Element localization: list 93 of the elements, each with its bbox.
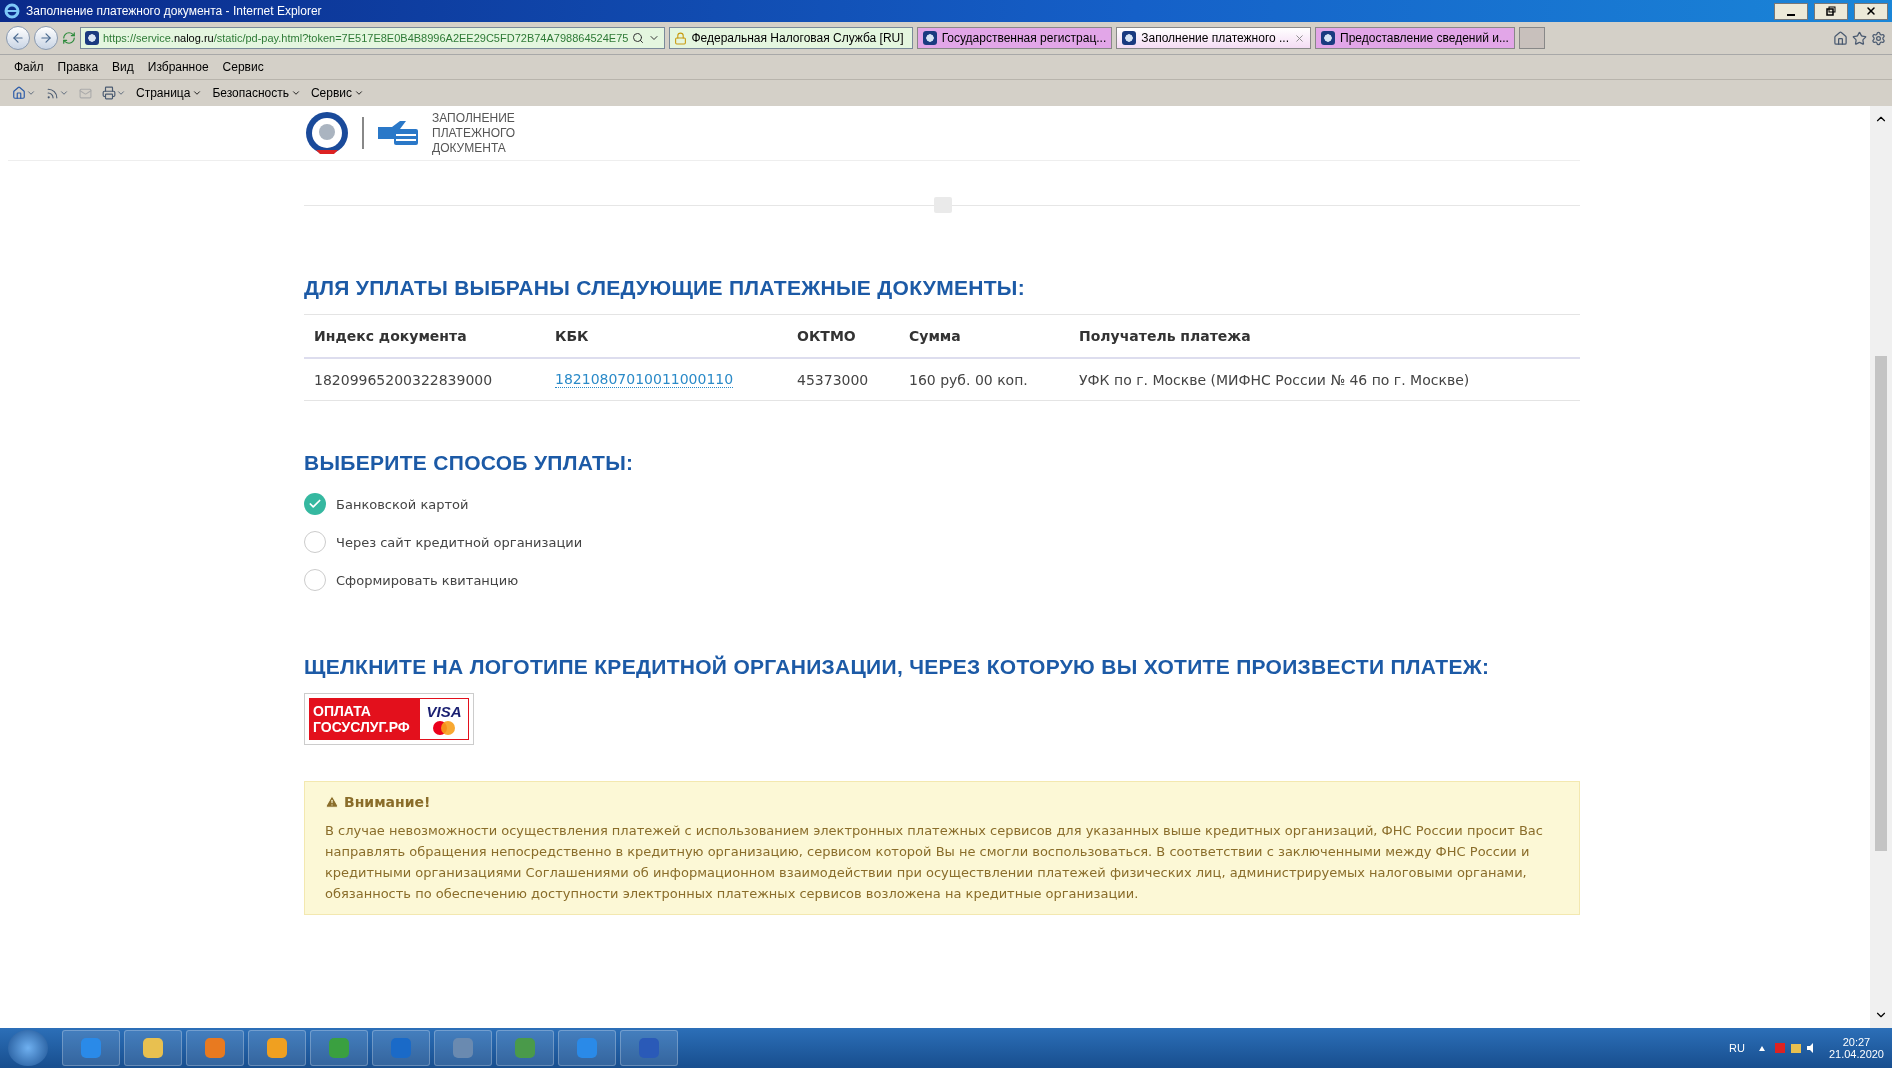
page-title: ЗАПОЛНЕНИЕ ПЛАТЕЖНОГО ДОКУМЕНТА bbox=[432, 110, 516, 156]
caret-icon bbox=[26, 88, 36, 98]
clock-date[interactable]: 21.04.2020 bbox=[1828, 1048, 1884, 1060]
start-button[interactable] bbox=[8, 1030, 48, 1066]
home-icon[interactable] bbox=[1833, 30, 1848, 46]
feeds-button[interactable] bbox=[46, 86, 69, 100]
restore-button[interactable] bbox=[1814, 2, 1848, 20]
back-arrow-icon bbox=[11, 31, 25, 45]
check-icon bbox=[308, 497, 322, 511]
taskbar-app-icon[interactable] bbox=[372, 1030, 430, 1066]
notice-text: В случае невозможности осуществления платежей с использованием электронных платежных сервисов для указанных выше кредитных организаций, ФНС России просит Вас направлять обращения непосредственно в кредитную организацию, сервисом которой Вы не смогли воспользоваться. В соответствии с заключенными между ФНС России и кредитными организациями Соглашениями об информационном взаимодействии при осуществлении платежей физических лиц, администрируемых налоговыми органами, обязанность по обеспечению доступности электронных платежных сервисов возложена на кредитные организации. bbox=[325, 822, 1544, 903]
refresh-button[interactable] bbox=[62, 31, 76, 45]
restore-icon bbox=[1826, 6, 1836, 16]
notice-title: Внимание! bbox=[344, 794, 431, 810]
taskbar-app-icon[interactable] bbox=[124, 1030, 182, 1066]
option-label: Банковской картой bbox=[336, 496, 469, 512]
command-menu[interactable]: Безопасность bbox=[212, 86, 301, 100]
scrollbar[interactable] bbox=[1870, 106, 1892, 1028]
option-label: Сформировать квитанцию bbox=[336, 572, 519, 588]
clock-time[interactable]: 20:27 bbox=[1842, 1036, 1871, 1048]
hand-card-icon bbox=[376, 119, 420, 147]
command-menu[interactable]: Сервис bbox=[310, 86, 365, 100]
warning-icon bbox=[325, 795, 339, 809]
address-field[interactable]: https://service.nalog.ru/static/pd-pay.html?token=7E517E8E0B4B8996A2EE29C5FD72B74A798864524E75 bbox=[80, 27, 666, 49]
column-header: Получатель платежа bbox=[1069, 315, 1580, 359]
forward-arrow-icon bbox=[39, 31, 53, 45]
column-header: Сумма bbox=[899, 315, 1069, 359]
radio-button[interactable] bbox=[304, 569, 326, 591]
close-icon bbox=[1865, 5, 1877, 17]
radio-button[interactable] bbox=[304, 531, 326, 553]
menu-item[interactable]: Сервис bbox=[222, 60, 264, 74]
browser-tab[interactable]: Государственная регистрац... bbox=[916, 27, 1113, 49]
taskbar-app-icon[interactable] bbox=[186, 1030, 244, 1066]
home-icon bbox=[12, 86, 26, 100]
table-cell: 18209965200322839000 bbox=[304, 359, 545, 401]
language-indicator[interactable]: RU bbox=[1729, 1042, 1745, 1054]
table-cell: 45373000 bbox=[787, 359, 899, 401]
caret-icon bbox=[116, 88, 126, 98]
site-icon bbox=[922, 31, 937, 45]
emblem-logo bbox=[304, 110, 350, 156]
menu-item[interactable]: Вид bbox=[112, 60, 134, 74]
menu-item[interactable]: Файл bbox=[14, 60, 44, 74]
settings-icon[interactable] bbox=[1871, 30, 1886, 46]
browser-logo-icon bbox=[4, 3, 20, 19]
minimize-icon bbox=[1787, 13, 1795, 16]
home-button[interactable] bbox=[12, 86, 36, 100]
radio-button[interactable] bbox=[304, 493, 326, 515]
browser-tab[interactable]: Заполнение платежного ... bbox=[1116, 27, 1311, 49]
table-cell: 160 руб. 00 коп. bbox=[899, 359, 1069, 401]
minimize-button[interactable] bbox=[1774, 2, 1808, 20]
divider-line bbox=[362, 117, 364, 149]
column-header: Индекс документа bbox=[304, 315, 545, 359]
menu-item[interactable]: Правка bbox=[57, 60, 99, 74]
caret-icon bbox=[192, 88, 203, 98]
new-tab-button[interactable] bbox=[1518, 27, 1545, 49]
taskbar-app-icon[interactable] bbox=[248, 1030, 306, 1066]
section-heading: ЩЕЛКНИТЕ НА ЛОГОТИПЕ КРЕДИТНОЙ ОРГАНИЗАЦИИ, ЧЕРЕЗ КОТОРУЮ ВЫ ХОТИТЕ ПРОИЗВЕСТИ ПЛАТЕЖ: bbox=[304, 655, 1491, 679]
print-button[interactable] bbox=[102, 86, 126, 100]
section-heading: ДЛЯ УПЛАТЫ ВЫБРАНЫ СЛЕДУЮЩИЕ ПЛАТЕЖНЫЕ ДОКУМЕНТЫ: bbox=[304, 276, 1026, 300]
site-icon bbox=[85, 31, 99, 45]
column-header: КБК bbox=[545, 315, 787, 359]
mail-icon[interactable] bbox=[79, 86, 92, 100]
browser-tab[interactable]: Предоставление сведений и... bbox=[1315, 27, 1515, 49]
caret-icon bbox=[354, 88, 365, 98]
command-menu[interactable]: Страница bbox=[136, 86, 203, 100]
taskbar-app-icon[interactable] bbox=[558, 1030, 616, 1066]
close-icon[interactable] bbox=[1294, 32, 1305, 44]
payment-service-logo[interactable]: ОПЛАТА ГОСУСЛУГ.РФ VISA bbox=[304, 693, 474, 745]
caret-icon bbox=[290, 88, 301, 98]
security-label[interactable]: Федеральная Налоговая Служба [RU] bbox=[669, 27, 913, 49]
section-heading: ВЫБЕРИТЕ СПОСОБ УПЛАТЫ: bbox=[304, 451, 635, 475]
back-button[interactable] bbox=[6, 26, 30, 50]
close-button[interactable] bbox=[1854, 2, 1888, 20]
rss-icon bbox=[46, 86, 59, 100]
taskbar-app-icon[interactable] bbox=[62, 1030, 120, 1066]
kbk-link[interactable]: 18210807010011000110 bbox=[555, 371, 734, 388]
printer-icon bbox=[102, 86, 116, 100]
site-icon bbox=[1122, 31, 1137, 45]
window-title: Заполнение платежного документа - Internet Explorer bbox=[26, 4, 323, 18]
menu-item[interactable]: Избранное bbox=[147, 60, 209, 74]
taskbar-app-icon[interactable] bbox=[620, 1030, 678, 1066]
star-icon[interactable] bbox=[1852, 30, 1867, 46]
forward-button[interactable] bbox=[34, 26, 58, 50]
table-cell: УФК по г. Москве (МИФНС России № 46 по г. Москве) bbox=[1069, 359, 1580, 401]
lock-icon bbox=[674, 31, 688, 45]
taskbar-app-icon[interactable] bbox=[434, 1030, 492, 1066]
taskbar-app-icon[interactable] bbox=[496, 1030, 554, 1066]
site-icon bbox=[1321, 31, 1335, 45]
taskbar-app-icon[interactable] bbox=[310, 1030, 368, 1066]
search-icon[interactable] bbox=[632, 32, 645, 44]
caret-icon bbox=[59, 88, 69, 98]
option-label: Через сайт кредитной организации bbox=[336, 534, 583, 550]
column-header: ОКТМО bbox=[787, 315, 899, 359]
